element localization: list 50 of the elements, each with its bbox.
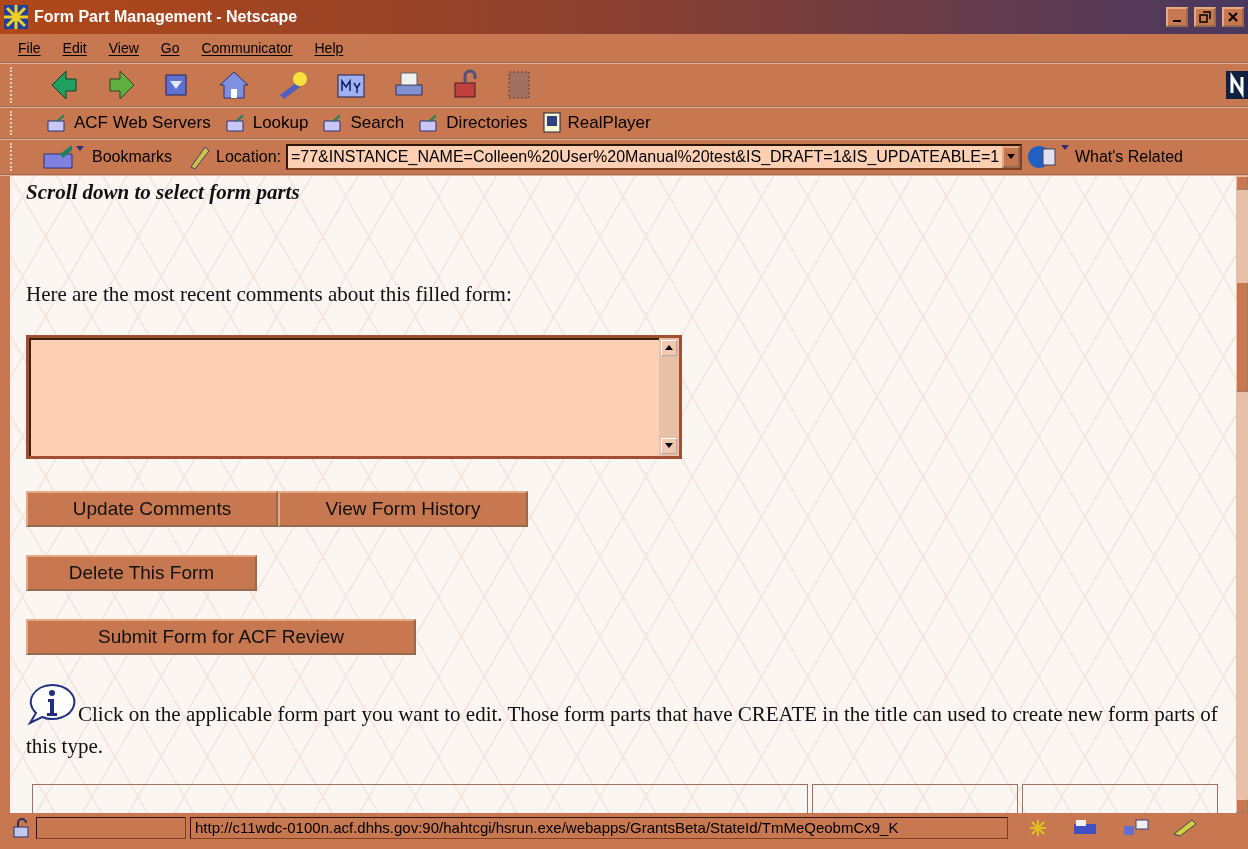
comments-label: Here are the most recent comments about this filled form: [26,282,513,307]
comments-textarea[interactable] [26,335,682,459]
info-icon [26,683,76,725]
up-arrow-icon [665,345,673,351]
security-lock-icon[interactable] [12,817,32,838]
restore-button[interactable] [1194,7,1216,27]
form-button[interactable]: Delete This Form [26,555,257,591]
dropdown-button[interactable] [1001,146,1020,168]
toolbar-link[interactable]: Directories [418,113,528,133]
toolbar-link[interactable]: Search [322,113,405,133]
page-heading: Scroll down to select form parts [26,180,301,205]
form-button[interactable]: Submit Form for ACF Review [26,619,416,655]
minimize-icon [1173,20,1181,22]
down-arrow-icon [665,443,673,449]
scroll-up-button[interactable] [661,340,677,356]
brand-logo-icon [1226,71,1248,99]
folder-icon [224,113,247,133]
location-label: Location: [216,148,281,166]
toolbar-link[interactable]: RealPlayer [541,112,651,134]
toolbar-link[interactable]: Lookup [224,113,309,133]
menu-item[interactable]: Go [160,40,180,56]
app-logo-icon [4,5,28,29]
status-url: http://c11wdc-0100n.acf.dhhs.gov:90/hahtcgi/hsrun.exe/webapps/GrantsBeta/StateId/TmMeQeobmCx9_K [190,816,1008,839]
menu-item[interactable]: Communicator [201,40,293,56]
menu-item[interactable]: View [108,40,139,56]
menu-item[interactable]: File [18,40,41,56]
toolbar-link[interactable]: ACF Web Servers [46,113,211,133]
menu-item[interactable]: Help [314,40,344,56]
minimize-button[interactable] [1166,7,1188,27]
menu-item[interactable]: Edit [62,40,87,56]
home-icon[interactable] [218,69,250,101]
back-arrow-icon[interactable] [50,69,80,101]
bookmarks-button[interactable]: Bookmarks [42,144,173,170]
bookmarks-icon [42,144,86,170]
location-field[interactable]: =77&INSTANCE_NAME=Colleen%20User%20Manual%20test&IS_DRAFT=1&IS_UPDATEABLE=1 [285,144,1022,170]
window-title: Form Part Management - Netscape [34,8,299,26]
globe-pages-icon [1026,143,1069,171]
close-button[interactable] [1222,7,1244,27]
restore-icon [1199,11,1211,23]
form-button[interactable]: Update Comments [26,491,278,527]
forward-arrow-icon[interactable] [106,69,136,101]
app-icon [541,112,562,134]
whats-related-button[interactable]: What's Related [1026,143,1183,171]
scroll-down-button[interactable] [661,438,677,454]
caret-icon [1006,154,1015,160]
vertical-scrollbar[interactable] [1236,176,1248,813]
form-button[interactable]: View Form History [278,491,528,527]
close-icon [1228,12,1238,22]
folder-icon [46,113,68,133]
info-text: Click on the applicable form part you want to edit. Those form parts that have CREATE in the title can used to create new form parts of this type. [26,683,1220,762]
